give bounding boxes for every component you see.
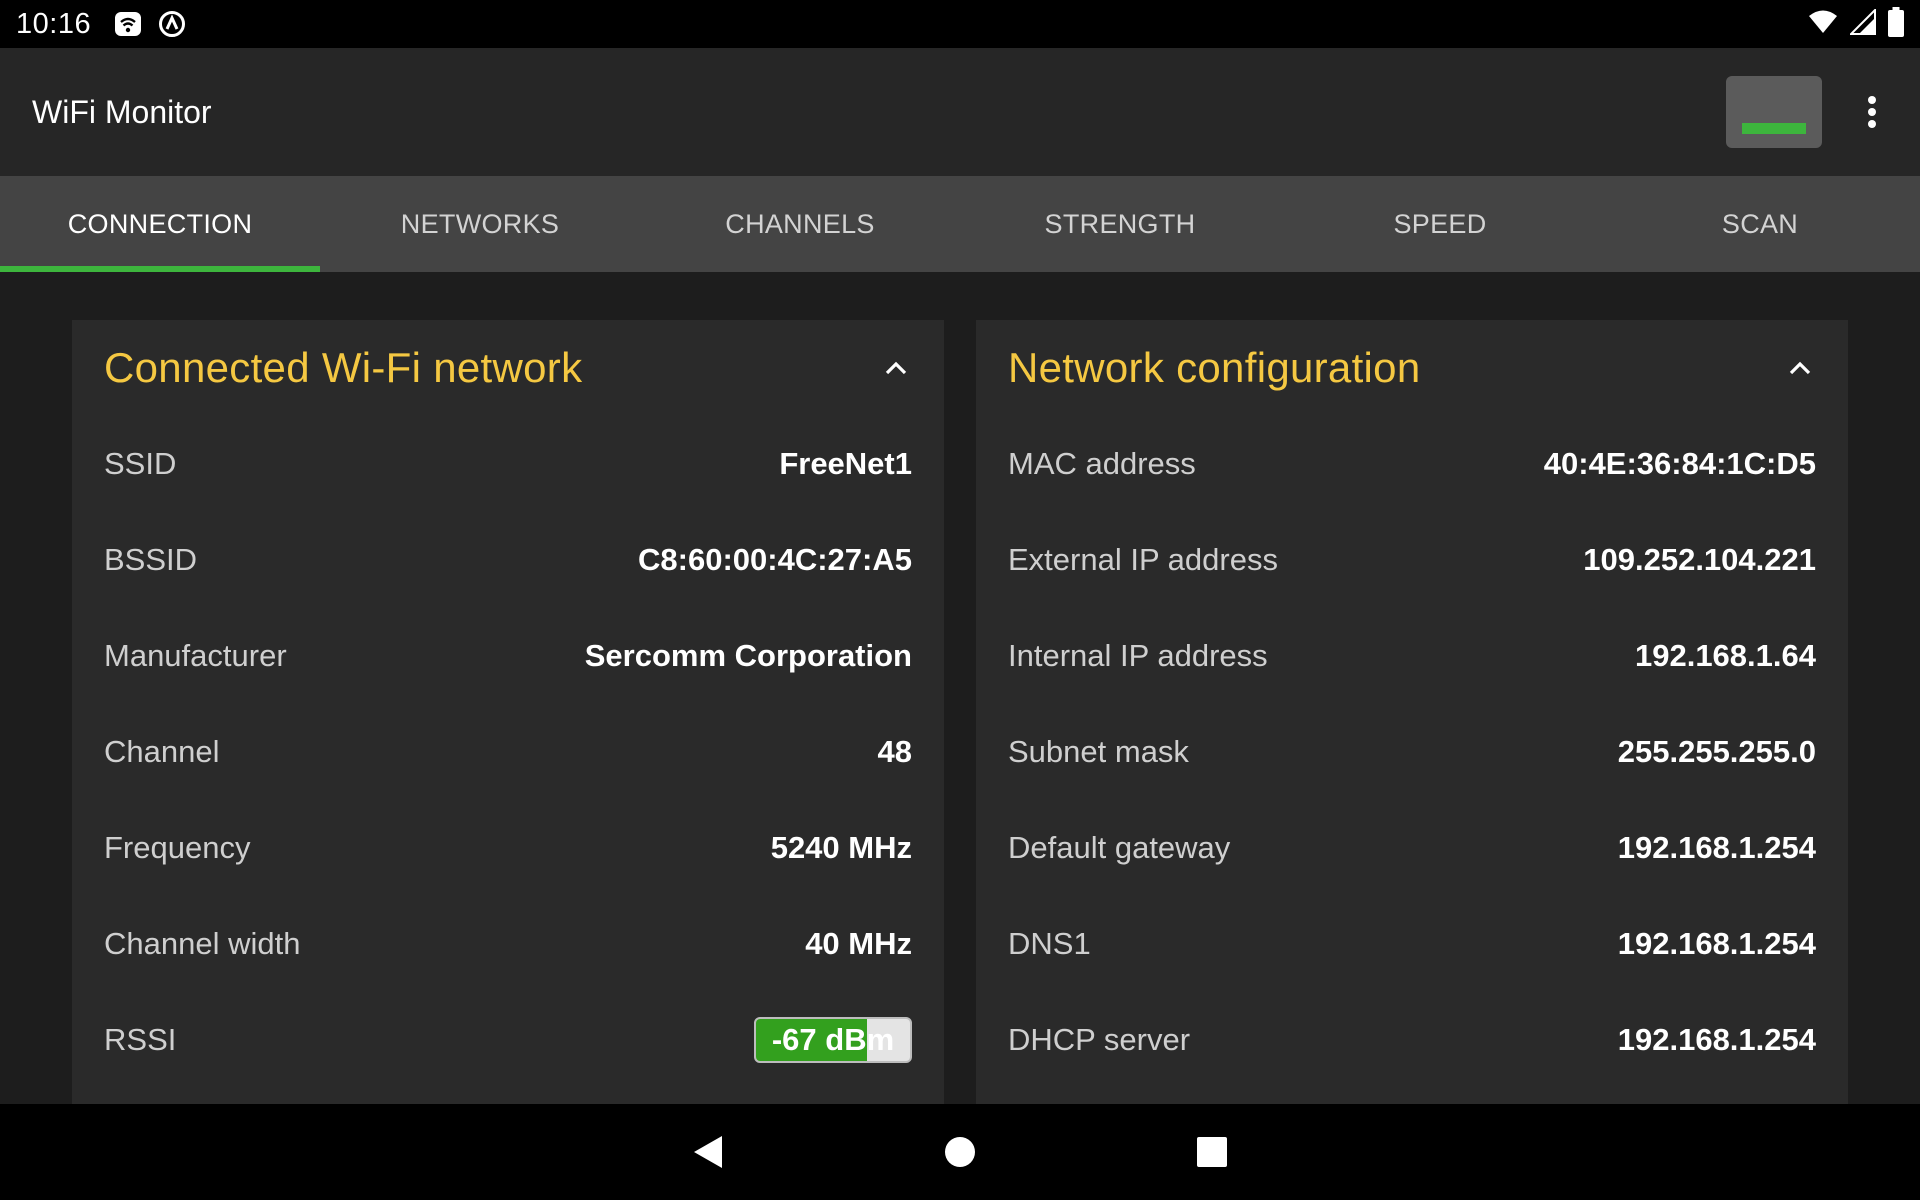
signal-meter-button[interactable] xyxy=(1726,76,1822,148)
battery-icon xyxy=(1888,6,1904,42)
info-row: Manufacturer Sercomm Corporation xyxy=(104,608,912,704)
system-nav-bar xyxy=(0,1104,1920,1200)
info-row: Frequency 5240 MHz xyxy=(104,800,912,896)
row-value: FreeNet1 xyxy=(779,446,912,481)
wifi-signal-icon xyxy=(1808,9,1838,40)
row-value: 109.252.104.221 xyxy=(1583,542,1816,577)
info-row: Internal IP address 192.168.1.64 xyxy=(1008,608,1816,704)
tab-networks[interactable]: NETWORKS xyxy=(320,176,640,272)
tab-connection[interactable]: CONNECTION xyxy=(0,176,320,272)
row-label: BSSID xyxy=(104,542,198,577)
rssi-value: -67 dBm xyxy=(771,1022,895,1057)
row-value: C8:60:00:4C:27:A5 xyxy=(638,542,912,577)
row-value: 40:4E:36:84:1C:D5 xyxy=(1543,446,1816,481)
info-row: DNS1 192.168.1.254 xyxy=(1008,896,1816,992)
signal-meter-bar xyxy=(1742,123,1806,134)
row-label: Frequency xyxy=(104,830,251,865)
info-row: BSSID C8:60:00:4C:27:A5 xyxy=(104,512,912,608)
info-row: DHCP server 192.168.1.254 xyxy=(1008,992,1816,1088)
tab-speed[interactable]: SPEED xyxy=(1280,176,1600,272)
connected-network-card: Connected Wi-Fi network SSID FreeNet1 BS… xyxy=(72,320,944,1104)
rssi-meter: -67 dBm xyxy=(754,1017,912,1063)
row-label: Manufacturer xyxy=(104,638,287,673)
info-row: MAC address 40:4E:36:84:1C:D5 xyxy=(1008,416,1816,512)
row-label: MAC address xyxy=(1008,446,1196,481)
card-title: Network configuration xyxy=(1008,344,1421,391)
row-label: Default gateway xyxy=(1008,830,1231,865)
info-row: External IP address 109.252.104.221 xyxy=(1008,512,1816,608)
home-icon[interactable] xyxy=(930,1122,990,1182)
row-label: SSID xyxy=(104,446,177,481)
app-actions xyxy=(1726,76,1888,148)
row-value: 192.168.1.254 xyxy=(1617,1022,1816,1057)
wifi-notification-icon xyxy=(113,9,143,39)
vpn-key-icon xyxy=(157,9,187,39)
info-row: SSID FreeNet1 xyxy=(104,416,912,512)
row-label: Subnet mask xyxy=(1008,734,1189,769)
row-label: RSSI xyxy=(104,1022,177,1057)
chevron-up-icon[interactable] xyxy=(884,356,908,380)
row-value: 255.255.255.0 xyxy=(1617,734,1816,769)
row-label: DHCP server xyxy=(1008,1022,1191,1057)
cell-signal-icon xyxy=(1848,7,1876,40)
row-label: Channel xyxy=(104,734,220,769)
card-title: Connected Wi-Fi network xyxy=(104,344,583,391)
recents-icon[interactable] xyxy=(1182,1122,1242,1182)
app-screen: 10:16 WiFi Monitor CONNECTION NETWORKS C… xyxy=(0,0,1920,1200)
row-value: 5240 MHz xyxy=(770,830,912,865)
row-value: 192.168.1.64 xyxy=(1634,638,1816,673)
back-icon[interactable] xyxy=(678,1122,738,1182)
network-configuration-card: Network configuration MAC address 40:4E:… xyxy=(976,320,1848,1104)
info-row: Subnet mask 255.255.255.0 xyxy=(1008,704,1816,800)
more-vert-icon[interactable] xyxy=(1860,92,1884,132)
tab-bar: CONNECTION NETWORKS CHANNELS STRENGTH SP… xyxy=(0,176,1920,272)
row-label: External IP address xyxy=(1008,542,1278,577)
info-row: Channel width 40 MHz xyxy=(104,896,912,992)
row-value: 48 xyxy=(877,734,912,769)
tab-scan[interactable]: SCAN xyxy=(1600,176,1920,272)
row-label: DNS1 xyxy=(1008,926,1091,961)
card-header[interactable]: Network configuration xyxy=(976,320,1848,416)
tab-channels[interactable]: CHANNELS xyxy=(640,176,960,272)
info-row: Default gateway 192.168.1.254 xyxy=(1008,800,1816,896)
chevron-up-icon[interactable] xyxy=(1788,356,1812,380)
row-value: 192.168.1.254 xyxy=(1617,830,1816,865)
card-rows: MAC address 40:4E:36:84:1C:D5 External I… xyxy=(976,416,1848,1088)
rssi-row: RSSI -67 dBm xyxy=(104,992,912,1088)
app-bar: WiFi Monitor xyxy=(0,48,1920,176)
row-value: 40 MHz xyxy=(805,926,912,961)
row-label: Channel width xyxy=(104,926,301,961)
content-area: Connected Wi-Fi network SSID FreeNet1 BS… xyxy=(0,272,1920,1104)
row-value: Sercomm Corporation xyxy=(584,638,912,673)
row-value: 192.168.1.254 xyxy=(1617,926,1816,961)
app-title: WiFi Monitor xyxy=(32,93,212,130)
status-time: 10:16 xyxy=(16,7,92,40)
status-right-icons xyxy=(1808,6,1904,42)
tab-strength[interactable]: STRENGTH xyxy=(960,176,1280,272)
status-bar: 10:16 xyxy=(0,0,1920,48)
row-label: Internal IP address xyxy=(1008,638,1268,673)
info-row: Channel 48 xyxy=(104,704,912,800)
card-header[interactable]: Connected Wi-Fi network xyxy=(72,320,944,416)
card-rows: SSID FreeNet1 BSSID C8:60:00:4C:27:A5 Ma… xyxy=(72,416,944,1088)
